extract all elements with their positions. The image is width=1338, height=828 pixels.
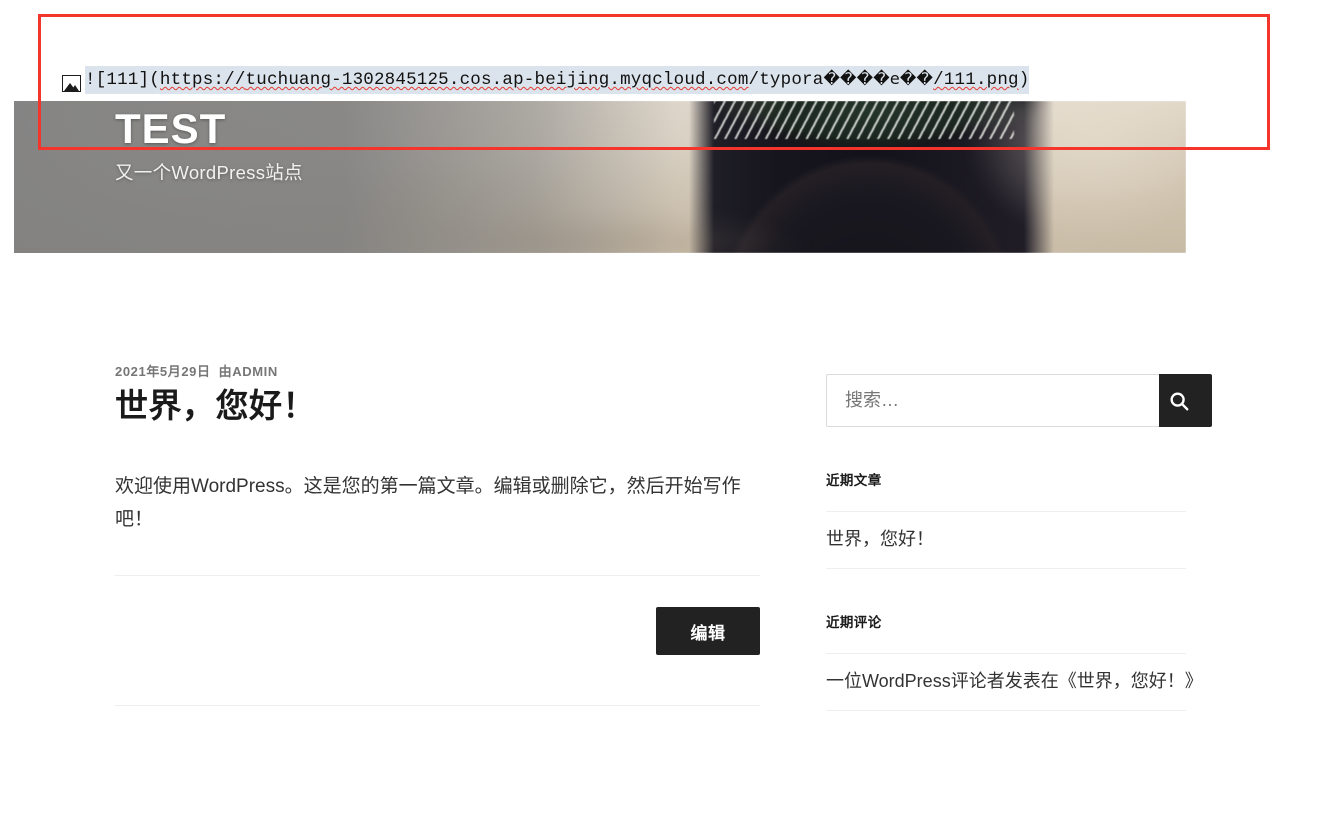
markdown-prefix: ![111]( bbox=[85, 70, 160, 90]
post-footer: 编辑 bbox=[115, 607, 760, 675]
widget-title-recent-posts: 近期文章 bbox=[826, 473, 882, 488]
url-path-mojibake: ����e�� bbox=[823, 69, 934, 88]
post-divider-top bbox=[115, 575, 760, 576]
widget-title-recent-comments: 近期评论 bbox=[826, 615, 882, 630]
site-title[interactable]: TEST bbox=[115, 106, 303, 151]
list-item[interactable]: 一位WordPress评论者发表在《世界，您好！》 bbox=[826, 654, 1203, 711]
widget-recent-posts: 近期文章 世界，您好！ bbox=[826, 469, 1186, 569]
recent-post-link[interactable]: 世界，您好！ bbox=[826, 529, 934, 549]
recent-comments-list: 一位WordPress评论者发表在《世界，您好！》 bbox=[826, 653, 1203, 711]
search-input[interactable] bbox=[826, 374, 1186, 427]
post-date: 2021年5月29日 bbox=[115, 364, 211, 379]
site-branding: TEST 又一个WordPress站点 bbox=[115, 106, 303, 185]
markdown-selected-text[interactable]: ![111](https://tuchuang-1302845125.cos.a… bbox=[85, 66, 1030, 94]
post-divider-bottom bbox=[115, 705, 760, 706]
edit-post-button[interactable]: 编辑 bbox=[656, 607, 760, 655]
search-widget bbox=[826, 374, 1212, 427]
markdown-suffix: ) bbox=[1018, 70, 1030, 90]
widget-recent-comments: 近期评论 一位WordPress评论者发表在《世界，您好！》 bbox=[826, 611, 1203, 711]
url-scheme: https:// bbox=[159, 70, 246, 90]
post-content: 欢迎使用WordPress。这是您的第一篇文章。编辑或删除它，然后开始写作吧！ bbox=[115, 475, 741, 530]
site-header-banner: TEST 又一个WordPress站点 bbox=[14, 101, 1186, 253]
sidebar: 近期文章 世界，您好！ 近期评论 一位WordPress评论者发表在《世界，您好… bbox=[826, 374, 1246, 711]
post-article: 2021年5月29日 由ADMIN 世界，您好！ 欢迎使用WordPress。这是… bbox=[115, 361, 760, 706]
site-description: 又一个WordPress站点 bbox=[115, 162, 303, 184]
url-host: tuchuang-1302845125.cos.ap-beijing.myqcl… bbox=[245, 70, 749, 90]
url-path-prefix: /typora bbox=[748, 70, 824, 90]
broken-image-icon bbox=[62, 74, 81, 92]
markdown-image-syntax-line[interactable]: ![111](https://tuchuang-1302845125.cos.a… bbox=[62, 66, 1030, 94]
post-title[interactable]: 世界，您好！ bbox=[115, 386, 760, 426]
content-area: 2021年5月29日 由ADMIN 世界，您好！ 欢迎使用WordPress。这是… bbox=[0, 253, 1338, 828]
post-meta: 2021年5月29日 由ADMIN bbox=[115, 361, 760, 380]
url-path-file: /111.png bbox=[933, 70, 1019, 90]
recent-posts-list: 世界，您好！ bbox=[826, 511, 1186, 569]
search-submit-button[interactable] bbox=[1159, 374, 1212, 427]
list-item[interactable]: 世界，您好！ bbox=[826, 512, 1186, 569]
search-icon bbox=[1159, 390, 1212, 412]
post-author: 由ADMIN bbox=[218, 364, 278, 379]
editor-overlay-strip: ![111](https://tuchuang-1302845125.cos.a… bbox=[0, 0, 1338, 101]
